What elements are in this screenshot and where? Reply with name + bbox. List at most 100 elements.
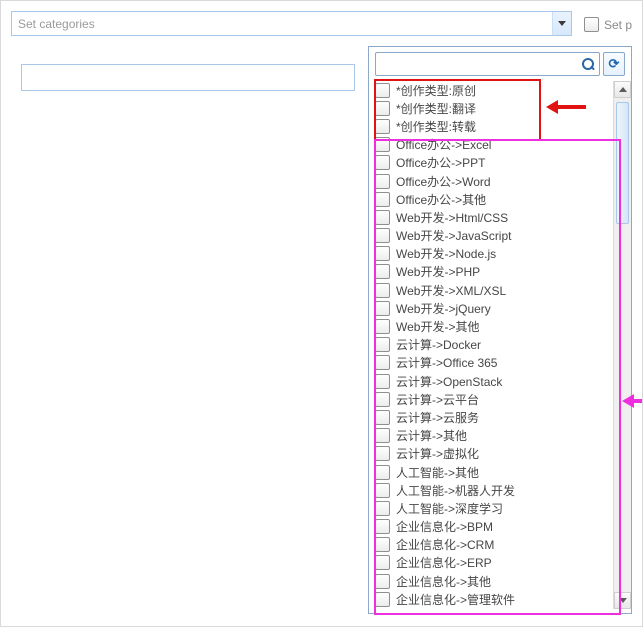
categories-combobox-button[interactable] — [552, 12, 571, 35]
item-label: Web开发->PHP — [396, 263, 480, 280]
item-checkbox[interactable] — [375, 192, 390, 207]
list-item[interactable]: 云计算->OpenStack — [375, 372, 613, 390]
list-item[interactable]: 人工智能->深度学习 — [375, 499, 613, 517]
item-label: Office办公->其他 — [396, 191, 486, 208]
list-item[interactable]: Web开发->Node.js — [375, 245, 613, 263]
item-checkbox[interactable] — [375, 483, 390, 498]
item-label: 企业信息化->其他 — [396, 573, 491, 590]
item-checkbox[interactable] — [375, 355, 390, 370]
list-item[interactable]: 云计算->云服务 — [375, 408, 613, 426]
list-item[interactable]: 企业信息化->CRM — [375, 536, 613, 554]
list-item[interactable]: Web开发->jQuery — [375, 299, 613, 317]
list-item[interactable]: 企业信息化->管理软件 — [375, 590, 613, 608]
item-checkbox[interactable] — [375, 392, 390, 407]
item-checkbox[interactable] — [375, 210, 390, 225]
categories-list: *创作类型:原创*创作类型:翻译*创作类型:转载Office办公->ExcelO… — [373, 81, 613, 609]
list-item[interactable]: 云计算->云平台 — [375, 390, 613, 408]
scroll-down-button[interactable] — [614, 592, 631, 609]
list-item[interactable]: 企业信息化->ERP — [375, 554, 613, 572]
item-checkbox[interactable] — [375, 301, 390, 316]
item-checkbox[interactable] — [375, 137, 390, 152]
item-checkbox[interactable] — [375, 319, 390, 334]
list-item[interactable]: 人工智能->机器人开发 — [375, 481, 613, 499]
item-checkbox[interactable] — [375, 264, 390, 279]
scroll-up-button[interactable] — [614, 81, 631, 98]
dropdown-header: ⟳ — [369, 47, 631, 81]
list-item[interactable]: Web开发->其他 — [375, 317, 613, 335]
item-checkbox[interactable] — [375, 337, 390, 352]
list-item[interactable]: 企业信息化->BPM — [375, 518, 613, 536]
item-label: 云计算->云平台 — [396, 391, 479, 408]
categories-combobox-text: Set categories — [12, 17, 552, 31]
categories-dropdown-panel: ⟳ *创作类型:原创*创作类型:翻译*创作类型:转载Office办公->Exce… — [368, 46, 632, 614]
list-item[interactable]: Web开发->JavaScript — [375, 227, 613, 245]
refresh-icon: ⟳ — [609, 56, 620, 72]
filter-box[interactable] — [375, 52, 600, 76]
list-item[interactable]: 人工智能->其他 — [375, 463, 613, 481]
set-p-checkbox-group[interactable]: Set p — [584, 11, 632, 38]
list-item[interactable]: 云计算->Docker — [375, 336, 613, 354]
item-checkbox[interactable] — [375, 446, 390, 461]
item-checkbox[interactable] — [375, 374, 390, 389]
list-item[interactable]: *创作类型:翻译 — [375, 99, 613, 117]
scrollbar[interactable] — [613, 81, 631, 609]
item-label: 企业信息化->CRM — [396, 536, 494, 553]
item-checkbox[interactable] — [375, 174, 390, 189]
item-label: *创作类型:转载 — [396, 118, 476, 135]
item-checkbox[interactable] — [375, 228, 390, 243]
search-input[interactable] — [21, 64, 355, 91]
item-checkbox[interactable] — [375, 465, 390, 480]
item-checkbox[interactable] — [375, 555, 390, 570]
chevron-down-icon — [558, 21, 566, 26]
item-label: 云计算->虚拟化 — [396, 445, 479, 462]
list-item[interactable]: Office办公->Word — [375, 172, 613, 190]
item-checkbox[interactable] — [375, 83, 390, 98]
item-label: Web开发->JavaScript — [396, 227, 511, 244]
set-p-checkbox[interactable] — [584, 17, 599, 32]
item-checkbox[interactable] — [375, 592, 390, 607]
toolbar: Set categories Set p — [11, 11, 632, 38]
item-checkbox[interactable] — [375, 501, 390, 516]
item-label: 企业信息化->ERP — [396, 554, 492, 571]
item-checkbox[interactable] — [375, 537, 390, 552]
list-item[interactable]: Web开发->PHP — [375, 263, 613, 281]
item-checkbox[interactable] — [375, 574, 390, 589]
set-p-label: Set p — [604, 18, 632, 32]
list-item[interactable]: 云计算->Office 365 — [375, 354, 613, 372]
item-label: Web开发->Node.js — [396, 245, 496, 262]
categories-combobox[interactable]: Set categories — [11, 11, 572, 36]
list-item[interactable]: 云计算->虚拟化 — [375, 445, 613, 463]
item-label: Web开发->其他 — [396, 318, 479, 335]
item-label: 人工智能->机器人开发 — [396, 482, 515, 499]
list-item[interactable]: Web开发->XML/XSL — [375, 281, 613, 299]
scroll-thumb[interactable] — [616, 102, 629, 224]
list-item[interactable]: 云计算->其他 — [375, 427, 613, 445]
item-label: 企业信息化->管理软件 — [396, 591, 515, 608]
list-item[interactable]: Web开发->Html/CSS — [375, 208, 613, 226]
refresh-button[interactable]: ⟳ — [603, 52, 625, 76]
item-checkbox[interactable] — [375, 519, 390, 534]
list-area: *创作类型:原创*创作类型:翻译*创作类型:转载Office办公->ExcelO… — [373, 81, 631, 609]
list-item[interactable]: *创作类型:原创 — [375, 81, 613, 99]
chevron-down-icon — [619, 598, 627, 603]
list-item[interactable]: *创作类型:转载 — [375, 117, 613, 135]
filter-input[interactable] — [380, 53, 575, 75]
list-item[interactable]: Office办公->其他 — [375, 190, 613, 208]
item-checkbox[interactable] — [375, 283, 390, 298]
item-checkbox[interactable] — [375, 101, 390, 116]
item-checkbox[interactable] — [375, 119, 390, 134]
item-label: 云计算->其他 — [396, 427, 467, 444]
list-item[interactable]: Office办公->PPT — [375, 154, 613, 172]
item-label: 云计算->Docker — [396, 336, 481, 353]
list-item[interactable]: 企业信息化->其他 — [375, 572, 613, 590]
item-checkbox[interactable] — [375, 246, 390, 261]
item-checkbox[interactable] — [375, 410, 390, 425]
item-checkbox[interactable] — [375, 428, 390, 443]
item-label: 人工智能->其他 — [396, 464, 479, 481]
item-checkbox[interactable] — [375, 155, 390, 170]
item-label: 云计算->云服务 — [396, 409, 479, 426]
window: Set categories Set p ⟳ *创作类型:原创*创作类型:翻译*… — [0, 0, 643, 627]
list-item[interactable]: Office办公->Excel — [375, 136, 613, 154]
scroll-track[interactable] — [614, 98, 631, 592]
item-label: 人工智能->深度学习 — [396, 500, 503, 517]
